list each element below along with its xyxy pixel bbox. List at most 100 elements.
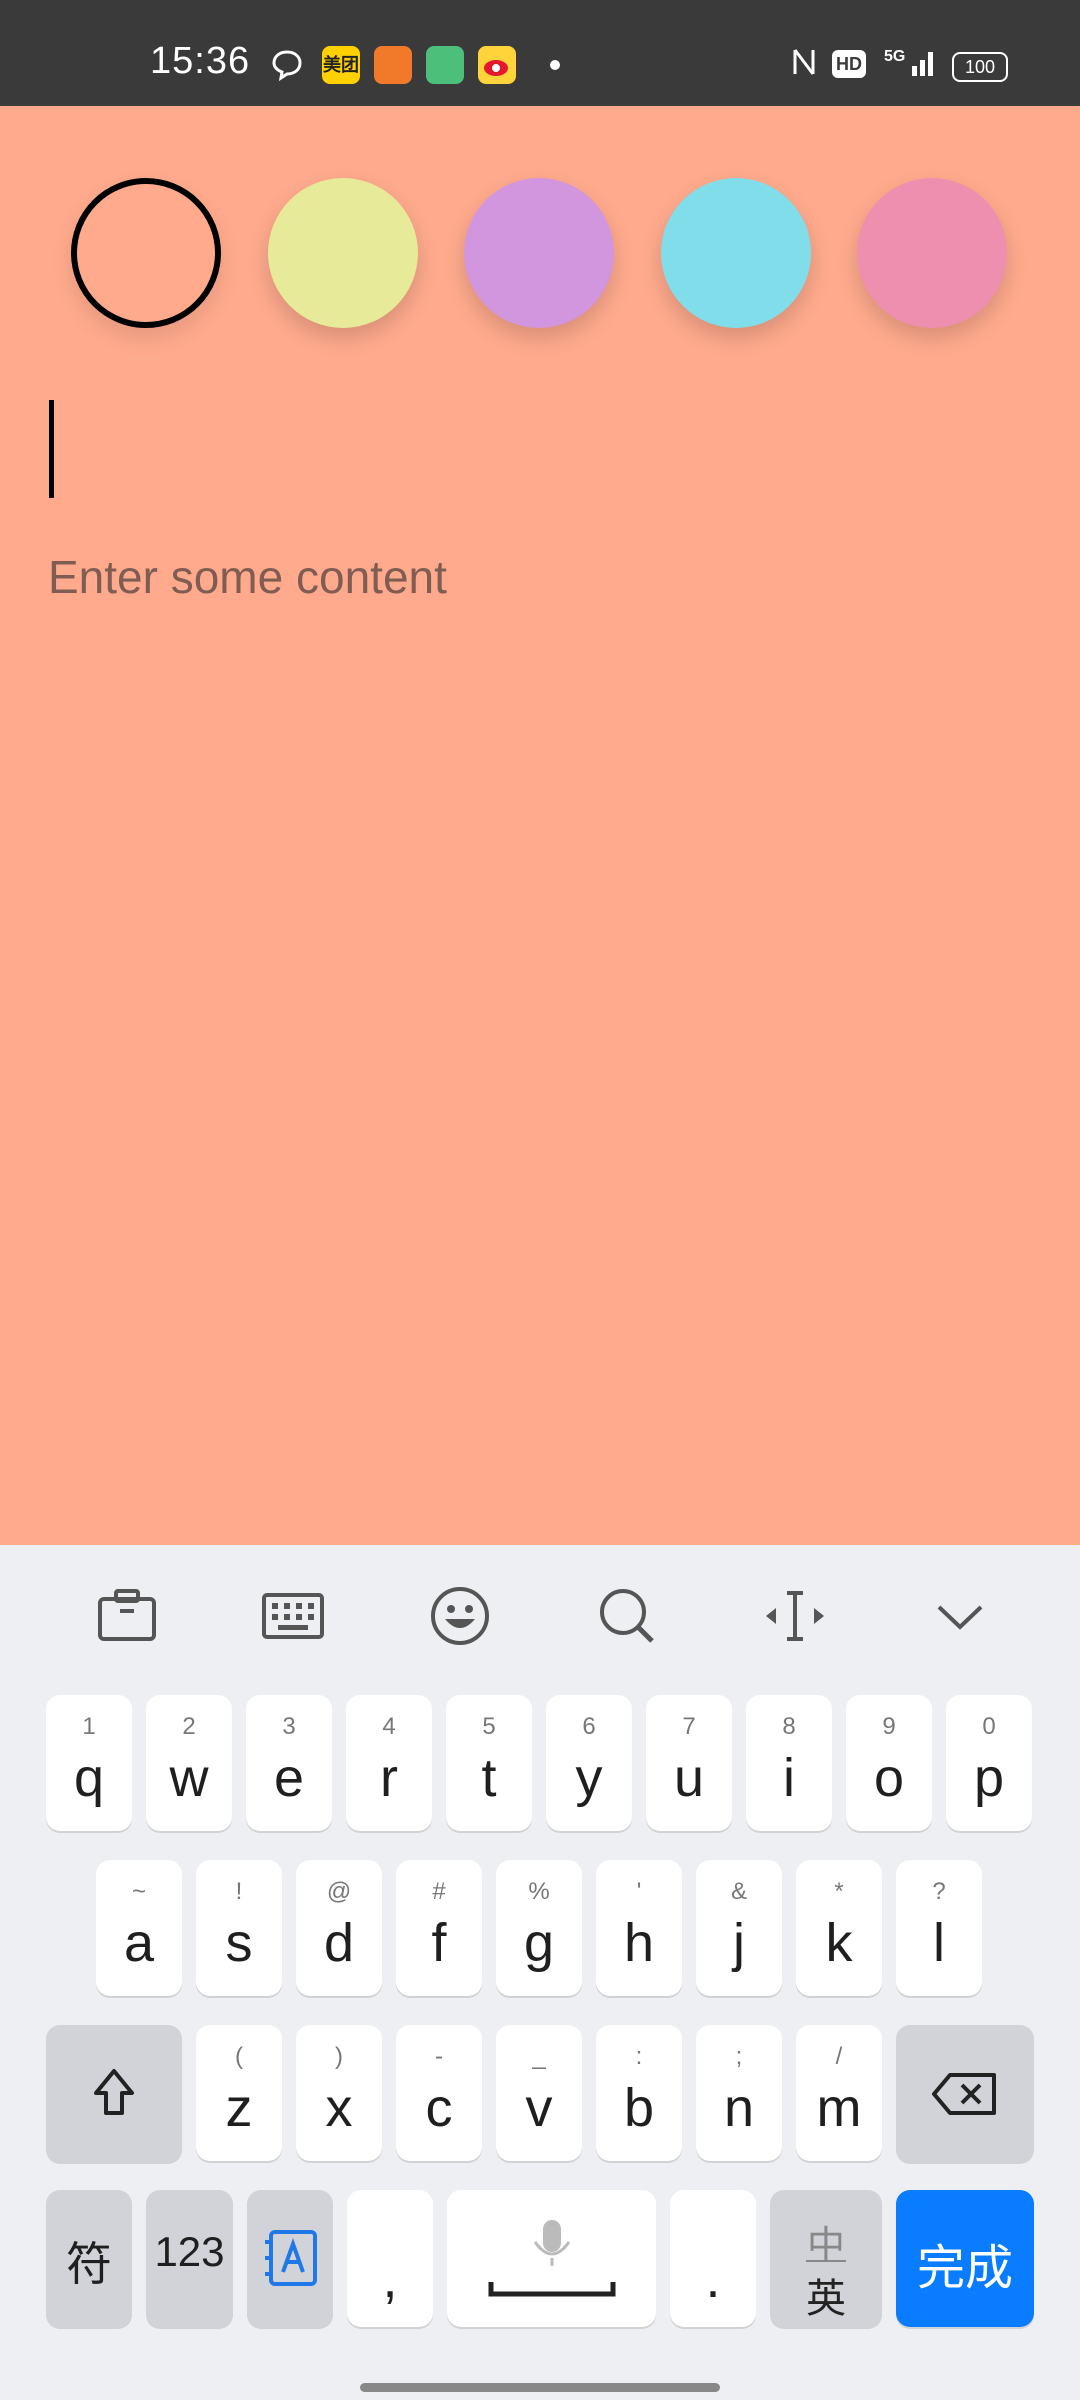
key-u[interactable]: 7u [646,1695,732,1831]
key-k-label: k [825,1913,853,1973]
key-f[interactable]: # f [396,1860,482,1996]
key-b[interactable]: :b [596,2025,682,2161]
emoji-icon[interactable] [425,1581,495,1651]
content-input[interactable]: Enter some content [48,550,447,604]
key-x[interactable]: ) x [296,2025,382,2161]
key-y[interactable]: 6y [546,1695,632,1831]
key-a-secondary: ~ [131,1878,146,1905]
key-m-label: m [816,2078,862,2138]
period-key[interactable]: . [670,2190,756,2327]
key-x-secondary: ) [335,2043,343,2070]
key-j-label: j [733,1913,745,1973]
toolbox-icon[interactable] [92,1581,162,1651]
key-n-label: n [723,2078,755,2138]
key-q[interactable]: 1q [46,1695,132,1831]
key-k[interactable]: * k [796,1860,882,1996]
key-s[interactable]: ! s [196,1860,282,1996]
key-s-label: s [225,1913,253,1973]
backspace-key[interactable] [896,2025,1034,2162]
language-bottom-label: 英 [806,2277,846,2321]
input-method-icon [265,2230,317,2286]
key-v-label: v [525,2078,553,2138]
key-o-label: o [873,1748,905,1808]
meituan-icon: 美团 [322,46,360,84]
key-c-label: c [425,2078,453,2138]
cursor-move-icon[interactable] [760,1581,830,1651]
key-o[interactable]: 9o [846,1695,932,1831]
space-key[interactable] [447,2190,656,2327]
key-u-label: u [673,1748,705,1808]
key-l[interactable]: ? l [896,1860,982,1996]
soft-keyboard: 1q2w3e4r5t6y7u8i9o0p ~ a! s @ d # f% g ' h & j * k? l … [0,1545,1080,2400]
key-r[interactable]: 4r [346,1695,432,1831]
key-j[interactable]: & j [696,1860,782,1996]
key-r-secondary: 4 [382,1713,396,1740]
keyboard-toolbar [0,1545,1080,1675]
key-t[interactable]: 5t [446,1695,532,1831]
color-swatch-salmon-selected[interactable] [71,178,221,328]
key-y-secondary: 6 [582,1713,596,1740]
home-indicator[interactable] [360,2383,720,2392]
signal-icon [912,52,933,76]
key-f-label: f [431,1913,447,1973]
key-z[interactable]: (z [196,2025,282,2161]
language-divider [806,2260,846,2262]
done-key[interactable]: 完成 [896,2190,1034,2327]
key-j-secondary: & [730,1878,747,1905]
color-swatch-cyan[interactable] [661,178,811,328]
key-w[interactable]: 2w [146,1695,232,1831]
uc-browser-icon [374,46,412,84]
key-y-label: y [575,1748,603,1808]
search-icon[interactable] [592,1581,662,1651]
key-t-secondary: 5 [482,1713,496,1740]
key-d[interactable]: @ d [296,1860,382,1996]
key-h-label: h [623,1913,655,1973]
key-a-label: a [123,1913,155,1973]
color-swatch-yellow[interactable] [268,178,418,328]
key-n[interactable]: ; n [696,2025,782,2161]
key-c[interactable]: -c [396,2025,482,2161]
key-b-secondary: : [635,2043,643,2070]
key-w-label: w [169,1748,209,1808]
key-p[interactable]: 0p [946,1695,1032,1831]
key-m-secondary: / [835,2043,843,2070]
battery-icon: 100 [952,52,1008,82]
key-h-secondary: ' [636,1878,642,1905]
language-switch-key[interactable]: 中 英 [770,2190,882,2327]
key-x-label: x [325,2078,353,2138]
title-input[interactable] [40,390,1040,510]
weibo-icon [478,46,516,84]
key-z-label: z [225,2078,253,2138]
collapse-keyboard-icon[interactable] [925,1581,995,1651]
keyboard-icon[interactable] [258,1581,328,1651]
input-method-key[interactable] [247,2190,333,2327]
symbols-key[interactable]: 符 [46,2190,132,2327]
status-bar: 15:36 美团 HD 5G 100 [0,0,1080,106]
numbers-key[interactable]: 123 [146,2190,233,2327]
key-c-secondary: - [435,2043,443,2070]
color-swatch-pink[interactable] [857,178,1007,328]
comma-key[interactable]: , [347,2190,433,2327]
key-i[interactable]: 8i [746,1695,832,1831]
notification-dot-icon [550,60,560,70]
key-z-secondary: ( [235,2043,243,2070]
key-e[interactable]: 3e [246,1695,332,1831]
key-a[interactable]: ~ a [96,1860,182,1996]
key-w-secondary: 2 [182,1713,196,1740]
key-n-secondary: ; [735,2043,743,2070]
key-q-secondary: 1 [82,1713,96,1740]
symbols-key-label: 符 [66,2238,112,2290]
key-g[interactable]: % g [496,1860,582,1996]
key-g-label: g [523,1913,555,1973]
key-m[interactable]: / m [796,2025,882,2161]
done-key-label: 完成 [916,2242,1013,2295]
key-l-label: l [933,1913,945,1973]
status-time: 15:36 [150,40,251,82]
shift-key[interactable] [46,2025,182,2162]
app-layers-icon [426,46,464,84]
key-d-label: d [323,1913,355,1973]
key-v[interactable]: _ v [496,2025,582,2161]
key-h[interactable]: ' h [596,1860,682,1996]
key-g-secondary: % [528,1878,550,1905]
color-swatch-purple[interactable] [464,178,614,328]
